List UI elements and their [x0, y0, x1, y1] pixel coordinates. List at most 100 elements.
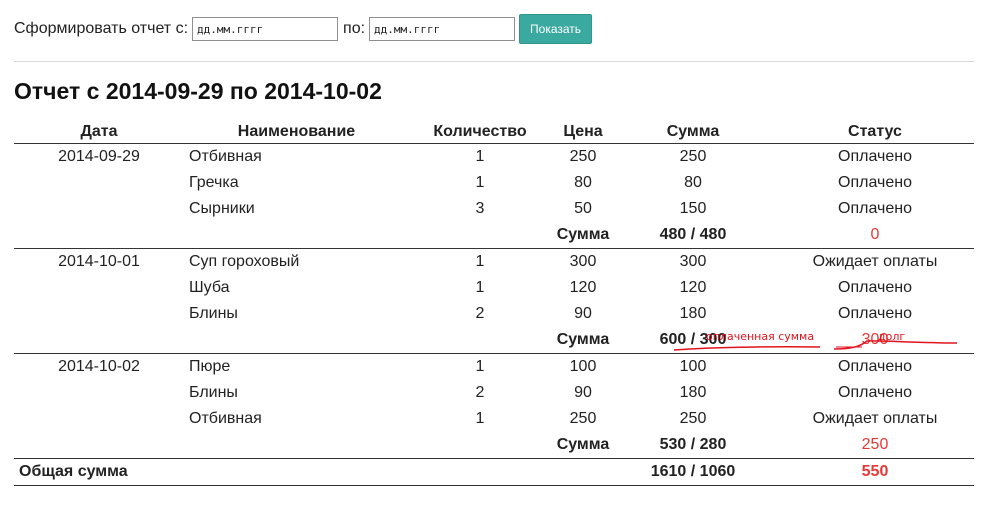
name-cell: Блины [189, 384, 238, 401]
date-cell [14, 170, 184, 196]
status-cell: Оплачено [838, 358, 912, 375]
empty-cell [184, 327, 404, 354]
name-cell: Отбивная [189, 410, 262, 427]
price-cell: 80 [574, 174, 592, 191]
total-row: Общая сумма 1610 / 1060 550 [14, 458, 974, 486]
price-cell: 300 [569, 253, 597, 270]
price-cell: 90 [574, 305, 592, 322]
date-cell [14, 301, 184, 327]
report-title: Отчет с 2014-09-29 по 2014-10-02 [14, 78, 382, 104]
table-row: Блины 2 90 180 Оплачено [14, 301, 974, 327]
date-cell: 2014-10-01 [58, 253, 140, 270]
empty-cell [404, 222, 556, 249]
sum-cell: 100 [679, 358, 707, 375]
empty-cell [184, 222, 404, 249]
from-date-input[interactable] [192, 17, 339, 41]
status-cell: Оплачено [838, 148, 912, 165]
report-filter: Сформировать отчет с: по: Показать [14, 14, 593, 44]
quantity-cell: 1 [475, 410, 485, 427]
date-cell: 2014-10-02 [58, 358, 140, 375]
subtotal-row: Сумма 480 / 480 0 [14, 222, 974, 249]
divider [14, 61, 974, 62]
subtotal-label: Сумма [556, 222, 610, 249]
empty-cell [184, 458, 404, 486]
sum-cell: 150 [679, 200, 707, 217]
price-cell: 90 [574, 384, 592, 401]
from-label: Сформировать отчет с: [14, 20, 189, 37]
column-header-quantity: Количество [404, 120, 556, 144]
quantity-cell: 1 [475, 174, 485, 191]
sum-cell: 120 [679, 279, 707, 296]
quantity-cell: 2 [475, 384, 485, 401]
total-debt-value: 550 [776, 458, 974, 486]
table-row: 2014-10-02 Пюре 1 100 100 Оплачено [14, 354, 974, 381]
table-row: Сырники 3 50 150 Оплачено [14, 196, 974, 222]
status-cell: Оплачено [838, 174, 912, 191]
to-date-input[interactable] [369, 17, 516, 41]
status-cell: Оплачено [838, 305, 912, 322]
quantity-cell: 1 [475, 279, 485, 296]
sum-cell: 300 [679, 253, 707, 270]
status-cell: Ожидает оплаты [812, 253, 938, 270]
quantity-cell: 1 [475, 253, 485, 270]
sum-cell: 180 [679, 305, 707, 322]
price-cell: 250 [569, 410, 597, 427]
annotation-paid-sum: оплаченная сумма [706, 330, 815, 343]
subtotal-row: Сумма 600 / 300 300 [14, 327, 974, 354]
status-cell: Оплачено [838, 384, 912, 401]
table-row: Блины 2 90 180 Оплачено [14, 380, 974, 406]
date-cell: 2014-09-29 [58, 148, 140, 165]
empty-cell [184, 432, 404, 459]
report-table: Дата Наименование Количество Цена Сумма … [14, 120, 974, 486]
name-cell: Отбивная [189, 148, 262, 165]
date-cell [14, 380, 184, 406]
table-row: 2014-10-01 Суп гороховый 1 300 300 Ожида… [14, 249, 974, 276]
empty-cell [404, 327, 556, 354]
to-label: по: [343, 20, 366, 37]
name-cell: Гречка [189, 174, 239, 191]
subtotal-row: Сумма 530 / 280 250 [14, 432, 974, 459]
column-header-status: Статус [776, 120, 974, 144]
sum-cell: 80 [684, 174, 702, 191]
sum-cell: 180 [679, 384, 707, 401]
column-header-date: Дата [14, 120, 184, 144]
debt-value: 0 [776, 222, 974, 249]
table-row: 2014-09-29 Отбивная 1 250 250 Оплачено [14, 144, 974, 171]
table-row: Шуба 1 120 120 Оплачено [14, 275, 974, 301]
name-cell: Сырники [189, 200, 255, 217]
sum-cell: 250 [679, 148, 707, 165]
table-row: Гречка 1 80 80 Оплачено [14, 170, 974, 196]
debt-value: 250 [776, 432, 974, 459]
quantity-cell: 2 [475, 305, 485, 322]
column-header-price: Цена [556, 120, 610, 144]
empty-cell [556, 458, 610, 486]
price-cell: 250 [569, 148, 597, 165]
column-header-name: Наименование [184, 120, 404, 144]
quantity-cell: 1 [475, 358, 485, 375]
price-cell: 50 [574, 200, 592, 217]
table-header-row: Дата Наименование Количество Цена Сумма … [14, 120, 974, 144]
price-cell: 120 [569, 279, 597, 296]
price-cell: 100 [569, 358, 597, 375]
table-row: Отбивная 1 250 250 Ожидает оплаты [14, 406, 974, 432]
status-cell: Оплачено [838, 279, 912, 296]
status-cell: Оплачено [838, 200, 912, 217]
empty-cell [14, 222, 184, 249]
status-cell: Ожидает оплаты [812, 410, 938, 427]
name-cell: Суп гороховый [189, 253, 300, 270]
date-cell [14, 275, 184, 301]
subtotal-value: 480 / 480 [610, 222, 776, 249]
total-label: Общая сумма [14, 458, 184, 486]
show-button[interactable]: Показать [519, 14, 593, 44]
empty-cell [14, 327, 184, 354]
subtotal-value: 530 / 280 [610, 432, 776, 459]
subtotal-label: Сумма [556, 432, 610, 459]
date-cell [14, 196, 184, 222]
date-cell [14, 406, 184, 432]
empty-cell [404, 458, 556, 486]
quantity-cell: 1 [475, 148, 485, 165]
total-value: 1610 / 1060 [610, 458, 776, 486]
sum-cell: 250 [679, 410, 707, 427]
empty-cell [14, 432, 184, 459]
empty-cell [404, 432, 556, 459]
